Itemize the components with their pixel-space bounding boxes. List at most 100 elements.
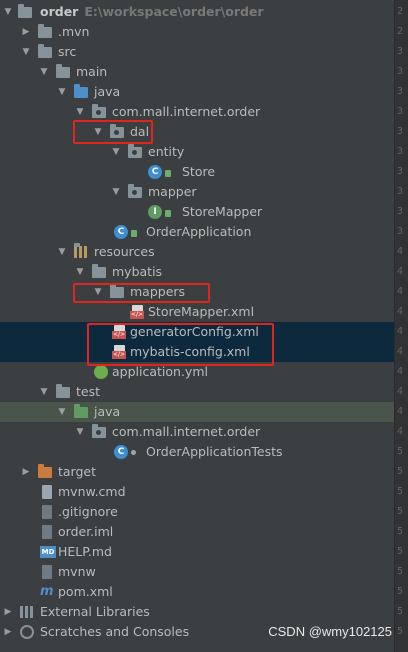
chevron-right-icon[interactable]: ▶: [20, 462, 32, 482]
package-icon: [128, 144, 142, 158]
tree-row-mvnw[interactable]: mvnw: [0, 562, 394, 582]
tree-row-store-mapper-xml[interactable]: StoreMapper.xml: [0, 302, 394, 322]
chevron-right-icon[interactable]: ▶: [20, 22, 32, 42]
source-folder-icon: [74, 84, 88, 98]
tree-row-dal[interactable]: ▼ dal: [0, 122, 394, 142]
xml-file-icon: [130, 305, 144, 319]
editor-gutter: 2 2 3 3 3 3 3 3 3 3 3 3 4 4 4 4 4 4 4 4 4 4 5 5 5 5 5 5 5 5 5 5: [394, 0, 408, 652]
chevron-down-icon[interactable]: ▼: [74, 422, 86, 442]
tree-row-store-mapper[interactable]: I StoreMapper: [0, 202, 394, 222]
tree-row-order-application[interactable]: C OrderApplication: [0, 222, 394, 242]
line-number: 4: [397, 386, 404, 397]
libraries-icon: [20, 606, 34, 618]
tree-label: StoreMapper.xml: [148, 304, 255, 319]
chevron-right-icon[interactable]: ▶: [2, 602, 14, 622]
tree-label: StoreMapper: [182, 204, 263, 219]
scratches-icon: [20, 625, 34, 639]
tree-row-test[interactable]: ▼ test: [0, 382, 394, 402]
lock-icon: [165, 170, 171, 177]
line-number: 5: [397, 626, 404, 637]
line-number: 5: [397, 446, 404, 457]
dot-icon: [131, 450, 136, 455]
chevron-down-icon[interactable]: ▼: [74, 262, 86, 282]
chevron-down-icon[interactable]: ▼: [110, 182, 122, 202]
tree-label: mapper: [148, 184, 197, 199]
tree-label: pom.xml: [58, 584, 113, 599]
tree-row-package[interactable]: ▼ com.mall.internet.order: [0, 102, 394, 122]
tree-row-java[interactable]: ▼ java: [0, 82, 394, 102]
chevron-down-icon[interactable]: ▼: [56, 82, 68, 102]
chevron-down-icon[interactable]: ▼: [38, 62, 50, 82]
tree-row-order[interactable]: ▼ order E:\workspace\order\order: [0, 2, 394, 22]
line-number: 5: [397, 486, 404, 497]
tree-row-mvnw-cmd[interactable]: mvnw.cmd: [0, 482, 394, 502]
line-number: 3: [397, 106, 404, 117]
tree-row-resources[interactable]: ▼ resources: [0, 242, 394, 262]
line-number: 4: [397, 286, 404, 297]
tree-row-mvn[interactable]: ▶ .mvn: [0, 22, 394, 42]
line-number: 4: [397, 326, 404, 337]
line-number: 3: [397, 126, 404, 137]
tree-row-package-test[interactable]: ▼ com.mall.internet.order: [0, 422, 394, 442]
tree-row-mapper[interactable]: ▼ mapper: [0, 182, 394, 202]
tree-label: .gitignore: [58, 504, 118, 519]
maven-icon: m: [40, 584, 54, 599]
folder-icon: [56, 64, 70, 78]
excluded-folder-icon: [38, 464, 52, 478]
chevron-down-icon[interactable]: ▼: [38, 382, 50, 402]
line-number: 4: [397, 426, 404, 437]
tree-row-java-test[interactable]: ▼ java: [0, 402, 394, 422]
package-icon: [92, 424, 106, 438]
tree-row-store[interactable]: C Store: [0, 162, 394, 182]
folder-icon: [92, 264, 106, 278]
chevron-right-icon[interactable]: ▶: [2, 622, 14, 642]
highlight-dal: [73, 120, 153, 144]
file-icon: [42, 485, 52, 499]
tree-label: com.mall.internet.order: [112, 104, 261, 119]
line-number: 2: [397, 26, 404, 37]
class-icon: C: [114, 445, 128, 459]
line-number: 3: [397, 186, 404, 197]
tree-row-main[interactable]: ▼ main: [0, 62, 394, 82]
tree-row-gitignore[interactable]: .gitignore: [0, 502, 394, 522]
spring-boot-class-icon: C: [114, 225, 128, 239]
package-icon: [92, 104, 106, 118]
tree-row-src[interactable]: ▼ src: [0, 42, 394, 62]
chevron-down-icon[interactable]: ▼: [110, 142, 122, 162]
tree-label: resources: [94, 244, 155, 259]
line-number: 2: [397, 6, 404, 17]
chevron-down-icon[interactable]: ▼: [20, 42, 32, 62]
tree-row-pom[interactable]: m pom.xml: [0, 582, 394, 602]
tree-label: entity: [148, 144, 185, 159]
chevron-down-icon[interactable]: ▼: [56, 402, 68, 422]
tree-label: Scratches and Consoles: [40, 624, 190, 639]
tree-row-target[interactable]: ▶ target: [0, 462, 394, 482]
tree-label: com.mall.internet.order: [112, 424, 261, 439]
line-number: 3: [397, 166, 404, 177]
tree-row-order-application-tests[interactable]: C OrderApplicationTests: [0, 442, 394, 462]
tree-row-order-iml[interactable]: order.iml: [0, 522, 394, 542]
chevron-down-icon[interactable]: ▼: [2, 2, 14, 22]
chevron-down-icon[interactable]: ▼: [56, 242, 68, 262]
line-number: 4: [397, 406, 404, 417]
test-source-folder-icon: [74, 404, 88, 418]
tree-row-help-md[interactable]: MD HELP.md: [0, 542, 394, 562]
line-number: 5: [397, 566, 404, 577]
line-number: 5: [397, 606, 404, 617]
package-icon: [128, 184, 142, 198]
line-number: 5: [397, 586, 404, 597]
chevron-down-icon[interactable]: ▼: [74, 102, 86, 122]
line-number: 3: [397, 46, 404, 57]
line-number: 4: [397, 346, 404, 357]
tree-label: Store: [182, 164, 216, 179]
line-number: 5: [397, 506, 404, 517]
lock-icon: [131, 230, 137, 237]
line-number: 4: [397, 366, 404, 377]
tree-row-mybatis[interactable]: ▼ mybatis: [0, 262, 394, 282]
line-number: 3: [397, 206, 404, 217]
interface-icon: I: [148, 205, 162, 219]
spring-config-icon: [94, 365, 108, 379]
tree-row-entity[interactable]: ▼ entity: [0, 142, 394, 162]
tree-row-external-libraries[interactable]: ▶ External Libraries: [0, 602, 394, 622]
class-icon: C: [148, 165, 162, 179]
